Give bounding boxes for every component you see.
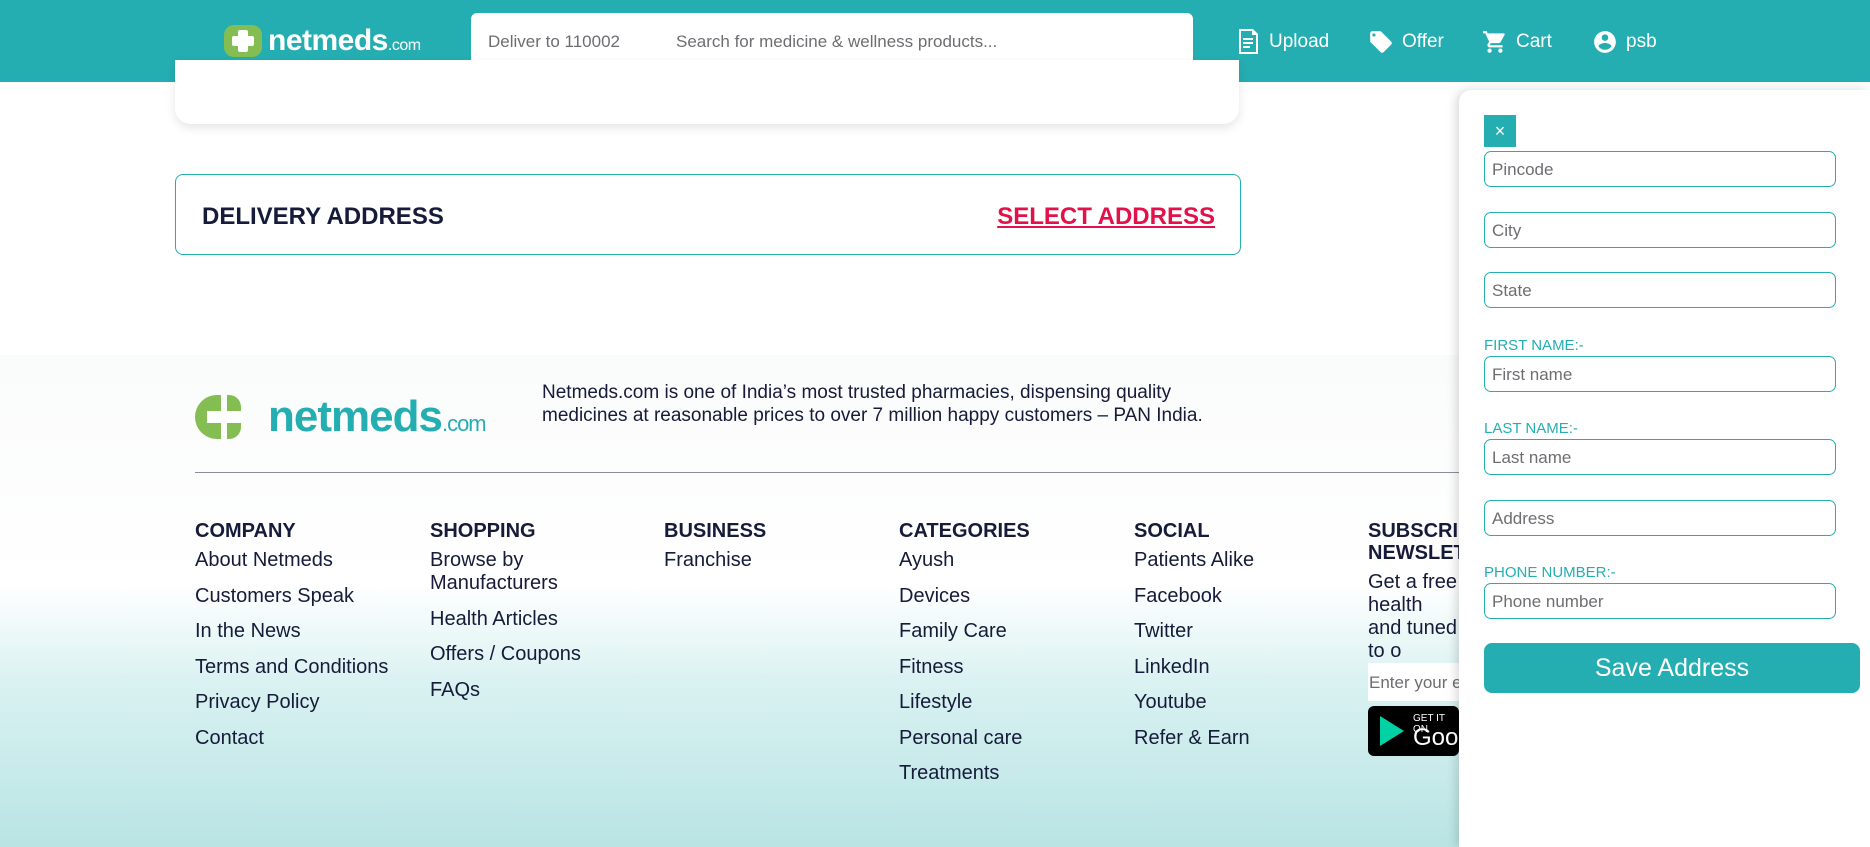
footer-divider: [195, 472, 1485, 473]
deliver-to-pincode[interactable]: Deliver to 110002: [471, 32, 676, 52]
footer-link[interactable]: Devices: [899, 585, 1099, 608]
footer-link[interactable]: Personal care: [899, 727, 1099, 750]
footer-column-categories: CATEGORIES Ayush Devices Family Care Fit…: [899, 520, 1099, 798]
cart-icon: [1483, 31, 1505, 53]
delivery-address-title: DELIVERY ADDRESS: [202, 203, 444, 230]
save-address-button[interactable]: Save Address: [1484, 643, 1860, 693]
footer-link[interactable]: In the News: [195, 620, 415, 643]
upload-icon: [1239, 29, 1258, 54]
search-input[interactable]: Search for medicine & wellness products.…: [676, 32, 997, 52]
user-nav-item[interactable]: psb: [1592, 28, 1657, 56]
pincode-field[interactable]: Pincode: [1484, 151, 1836, 187]
cart-label: Cart: [1516, 31, 1552, 52]
footer-logo-text: netmeds.com: [268, 392, 487, 441]
last-name-label: LAST NAME:-: [1484, 420, 1578, 437]
footer-logo: netmeds.com: [195, 392, 487, 442]
footer-link[interactable]: Patients Alike: [1134, 549, 1334, 572]
upload-label: Upload: [1269, 31, 1330, 52]
footer-link[interactable]: Family Care: [899, 620, 1099, 643]
state-field[interactable]: State: [1484, 272, 1836, 308]
netmeds-logo[interactable]: netmeds.com: [224, 24, 421, 58]
footer-column-social: SOCIAL Patients Alike Facebook Twitter L…: [1134, 520, 1334, 762]
footer-link[interactable]: Contact: [195, 727, 415, 750]
footer-link[interactable]: Customers Speak: [195, 585, 415, 608]
netmeds-mark-icon: [195, 395, 250, 439]
footer-column-title: CATEGORIES: [899, 520, 1030, 542]
footer-link[interactable]: Franchise: [664, 549, 864, 572]
footer-link[interactable]: Health Articles: [430, 608, 590, 631]
footer-link[interactable]: LinkedIn: [1134, 656, 1334, 679]
offer-nav-item[interactable]: Offer: [1368, 28, 1444, 56]
first-name-label: FIRST NAME:-: [1484, 337, 1584, 354]
footer-link[interactable]: Treatments: [899, 762, 1099, 785]
footer-link[interactable]: Twitter: [1134, 620, 1334, 643]
close-panel-button[interactable]: ×: [1484, 115, 1516, 147]
footer-about-text: Netmeds.com is one of India’s most trust…: [542, 382, 1203, 426]
footer-column-shopping: SHOPPING Browse by Manufacturers Health …: [430, 520, 590, 714]
delivery-address-card: DELIVERY ADDRESS SELECT ADDRESS: [175, 174, 1241, 255]
footer-link[interactable]: Refer & Earn: [1134, 727, 1334, 750]
user-avatar-icon: [1594, 31, 1616, 53]
footer-link[interactable]: Facebook: [1134, 585, 1334, 608]
footer-link[interactable]: FAQs: [430, 679, 590, 702]
footer-link[interactable]: Offers / Coupons: [430, 643, 590, 666]
footer-link[interactable]: About Netmeds: [195, 549, 415, 572]
newsletter-email-input[interactable]: Enter your e: [1368, 663, 1459, 701]
footer-link[interactable]: Youtube: [1134, 691, 1334, 714]
footer-link[interactable]: Privacy Policy: [195, 691, 415, 714]
footer-column-business: BUSINESS Franchise: [664, 520, 864, 585]
phone-number-field[interactable]: Phone number: [1484, 583, 1836, 619]
first-name-field[interactable]: First name: [1484, 356, 1836, 392]
footer-column-title: SOCIAL: [1134, 520, 1210, 542]
cart-nav-item[interactable]: Cart: [1482, 28, 1552, 56]
last-name-field[interactable]: Last name: [1484, 439, 1836, 475]
footer-column-company: COMPANY About Netmeds Customers Speak In…: [195, 520, 415, 762]
gplay-store-name: Goog: [1413, 724, 1459, 751]
google-play-icon: [1380, 716, 1404, 746]
newsletter-description: Get a free health and tuned to o: [1368, 571, 1457, 662]
footer-column-title: SHOPPING: [430, 520, 536, 542]
order-summary-card: [175, 60, 1239, 124]
footer-link[interactable]: Terms and Conditions: [195, 656, 415, 679]
footer-column-newsletter: SUBSCRI NEWSLET Get a free health and tu…: [1368, 520, 1459, 663]
offer-tag-icon: [1370, 31, 1392, 53]
offer-label: Offer: [1402, 31, 1444, 52]
user-label: psb: [1626, 31, 1657, 52]
address-field[interactable]: Address: [1484, 500, 1836, 536]
phone-number-label: PHONE NUMBER:-: [1484, 564, 1616, 581]
google-play-badge[interactable]: GET IT ON Goog: [1368, 706, 1459, 756]
footer-link[interactable]: Ayush: [899, 549, 1099, 572]
logo-text: netmeds.com: [268, 24, 421, 57]
footer-column-title: SUBSCRI NEWSLET: [1368, 520, 1459, 564]
city-field[interactable]: City: [1484, 212, 1836, 248]
footer-link[interactable]: Browse by Manufacturers: [430, 549, 590, 595]
footer-column-title: COMPANY: [195, 520, 296, 542]
netmeds-cross-icon: [224, 25, 262, 57]
footer-link[interactable]: Lifestyle: [899, 691, 1099, 714]
footer-link[interactable]: Fitness: [899, 656, 1099, 679]
footer-column-title: BUSINESS: [664, 520, 767, 542]
upload-nav-item[interactable]: Upload: [1235, 28, 1329, 56]
select-address-link[interactable]: SELECT ADDRESS: [997, 203, 1215, 231]
